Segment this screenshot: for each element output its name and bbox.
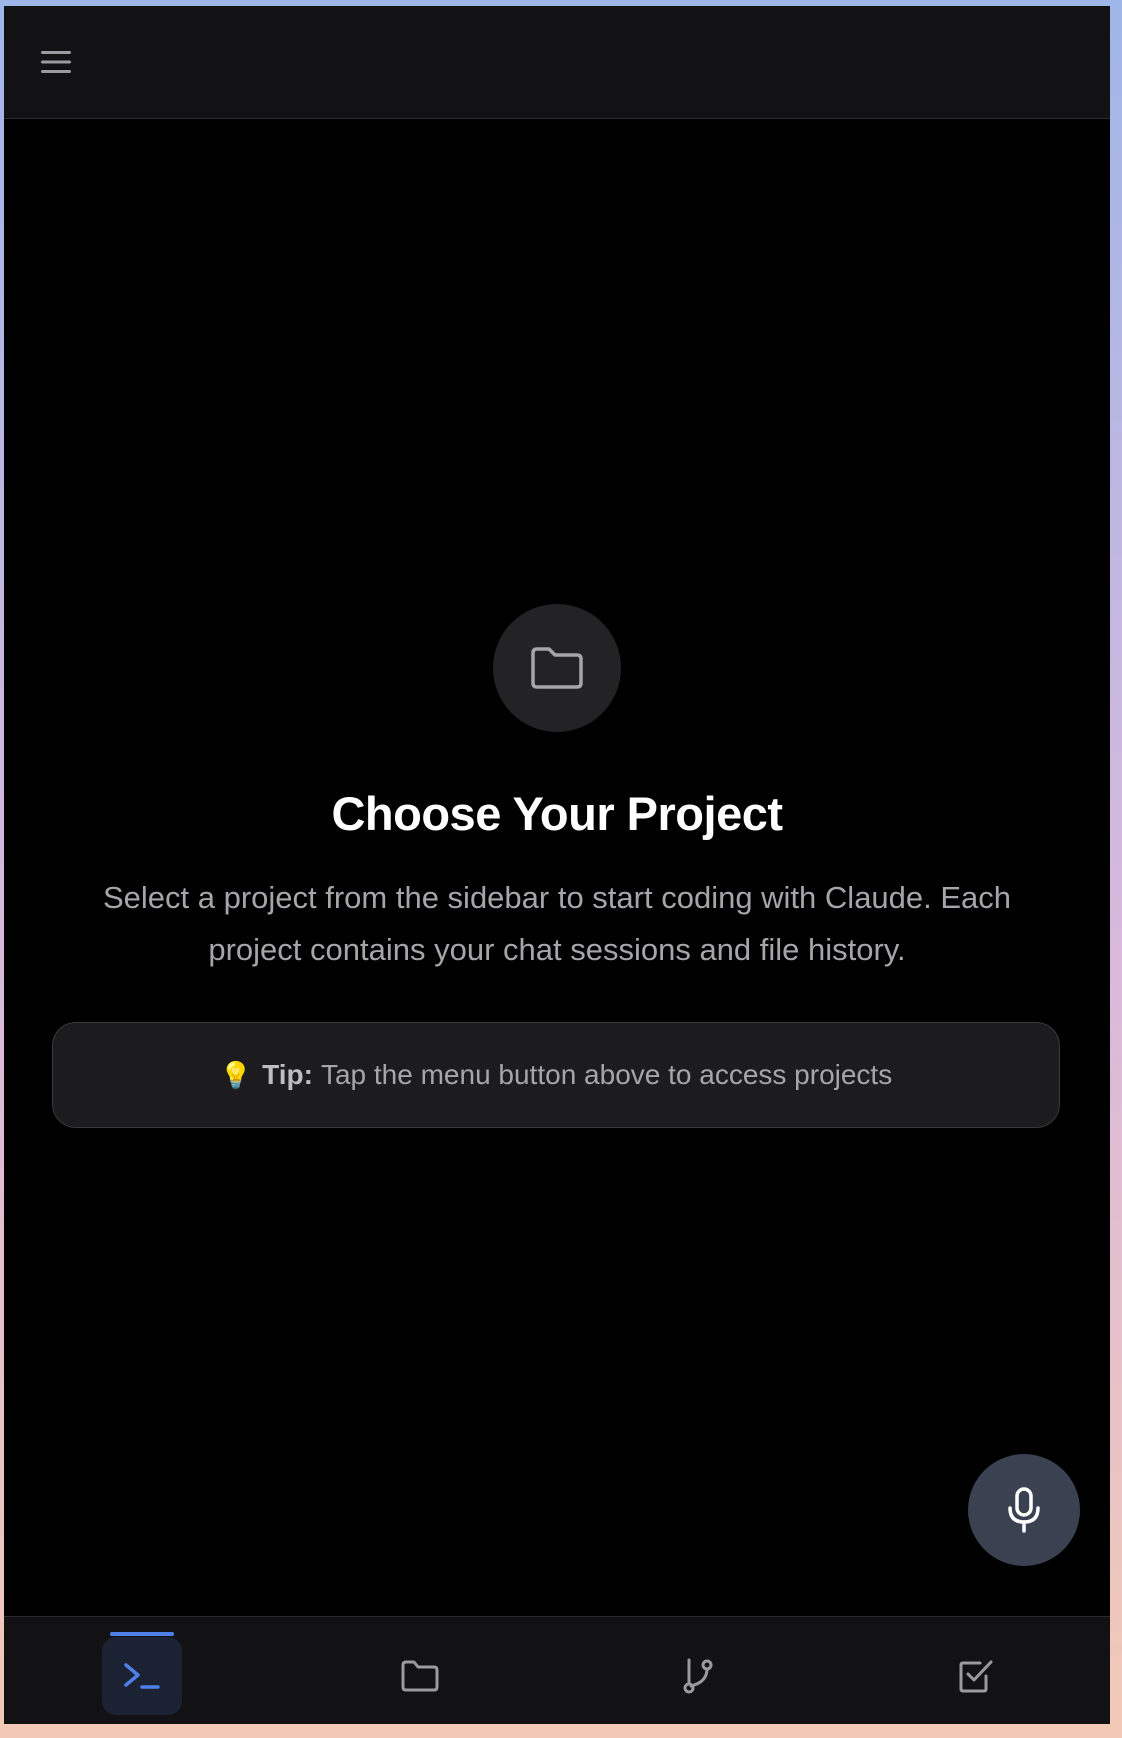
tip-box: 💡 Tip: Tap the menu button above to acce…: [52, 1022, 1060, 1128]
folder-icon: [531, 647, 583, 689]
tip-label: Tip:: [262, 1059, 313, 1090]
bottom-nav: [4, 1616, 1110, 1724]
terminal-icon: [124, 1663, 160, 1689]
nav-tab-terminal[interactable]: [102, 1632, 182, 1715]
checkbox-icon: [959, 1660, 993, 1693]
hamburger-menu-icon: [41, 51, 71, 73]
top-bar: [4, 6, 1110, 119]
empty-state-icon-circle: [493, 604, 621, 732]
active-tab-indicator: [110, 1632, 174, 1636]
folder-icon: [401, 1660, 439, 1692]
nav-tab-files[interactable]: [380, 1637, 460, 1715]
nav-tab-git[interactable]: [658, 1637, 738, 1715]
main-content: [4, 119, 1110, 1616]
nav-tab-tasks[interactable]: [936, 1637, 1016, 1715]
microphone-icon: [1008, 1487, 1040, 1533]
lightbulb-icon: 💡: [219, 1059, 253, 1090]
git-branch-icon: [683, 1658, 713, 1694]
page-title: Choose Your Project: [331, 787, 783, 840]
voice-input-button[interactable]: [968, 1454, 1080, 1566]
empty-state-description: Select a project from the sidebar to sta…: [102, 880, 1012, 967]
tip-text: Tap the menu button above to access proj…: [320, 1059, 893, 1090]
app-window: Choose Your Project Select a project fro…: [4, 6, 1110, 1724]
menu-button[interactable]: [34, 40, 78, 84]
